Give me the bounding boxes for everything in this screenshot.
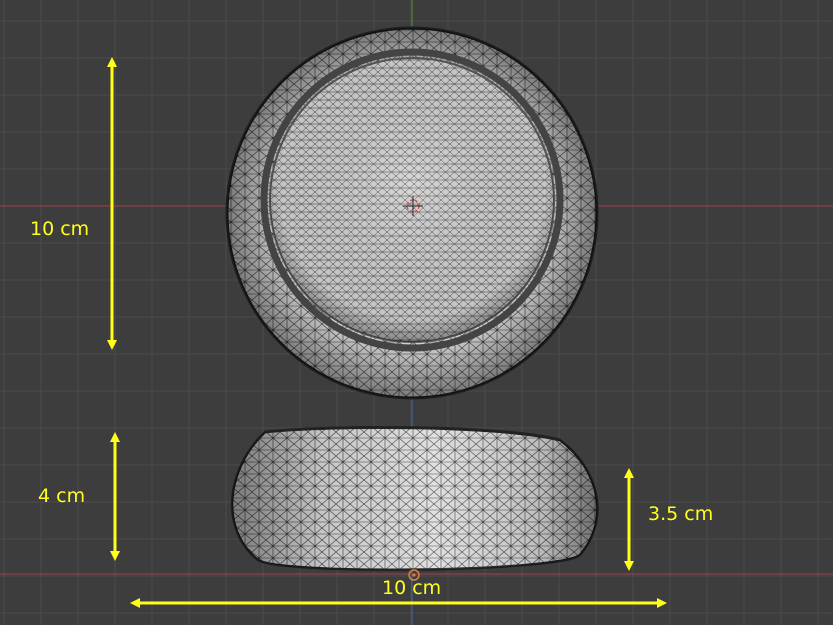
- side-view-height-label: 4 cm: [38, 485, 86, 507]
- bowl-side-view[interactable]: [230, 425, 599, 571]
- bowl-top-view[interactable]: [225, 26, 599, 400]
- side-view-width-label: 10 cm: [382, 577, 442, 599]
- top-view-height-label: 10 cm: [30, 218, 90, 240]
- viewport-canvas[interactable]: [0, 0, 833, 625]
- viewport-3d[interactable]: 10 cm 4 cm 3.5 cm 10 cm: [0, 0, 833, 625]
- side-view-inner-height-label: 3.5 cm: [648, 503, 714, 525]
